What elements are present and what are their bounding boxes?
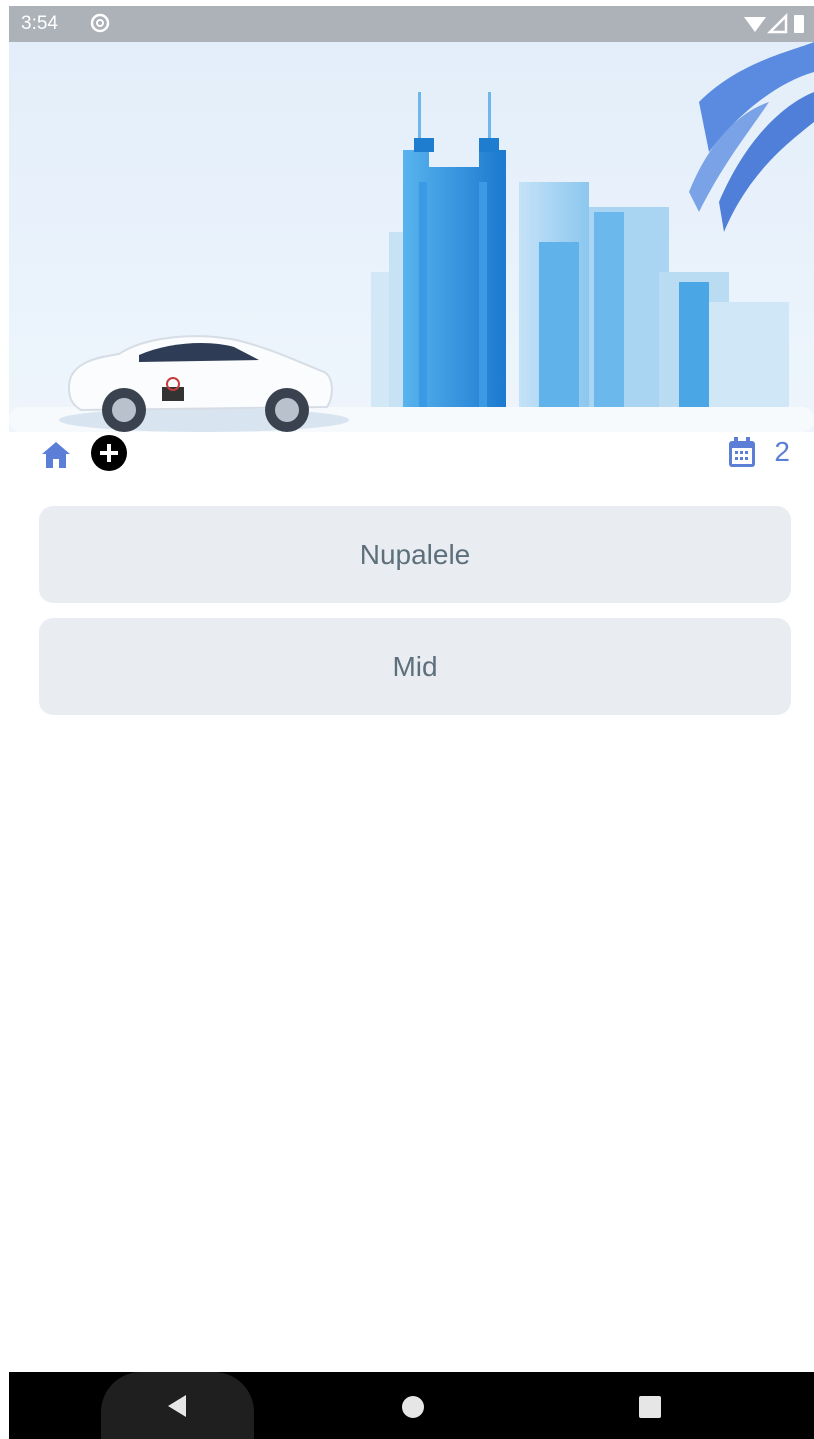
- wifi-icon: [744, 17, 766, 32]
- status-time: 3:54: [21, 13, 58, 34]
- back-triangle-icon[interactable]: [164, 1393, 190, 1419]
- home-icon[interactable]: [39, 438, 73, 470]
- status-bar: 3:54: [9, 6, 814, 42]
- route-list: Nupalele Mid: [39, 506, 791, 730]
- home-circle-icon[interactable]: [402, 1396, 424, 1418]
- cell-signal-icon: [766, 12, 788, 34]
- list-item[interactable]: Nupalele: [39, 506, 791, 603]
- date-count: 2: [774, 436, 790, 467]
- add-circle-icon[interactable]: [90, 434, 128, 472]
- app-screen: 3:54 2 Nupalele Mid: [0, 0, 814, 1439]
- recents-square-icon[interactable]: [639, 1396, 661, 1418]
- system-nav-bar: [9, 1372, 814, 1439]
- battery-icon: [794, 15, 804, 33]
- banner-image: [9, 42, 814, 432]
- list-item[interactable]: Mid: [39, 618, 791, 715]
- toolbar: 2: [9, 430, 814, 478]
- at-sign-icon: [89, 12, 111, 40]
- status-right-icons: [742, 12, 808, 42]
- calendar-icon[interactable]: [726, 435, 758, 469]
